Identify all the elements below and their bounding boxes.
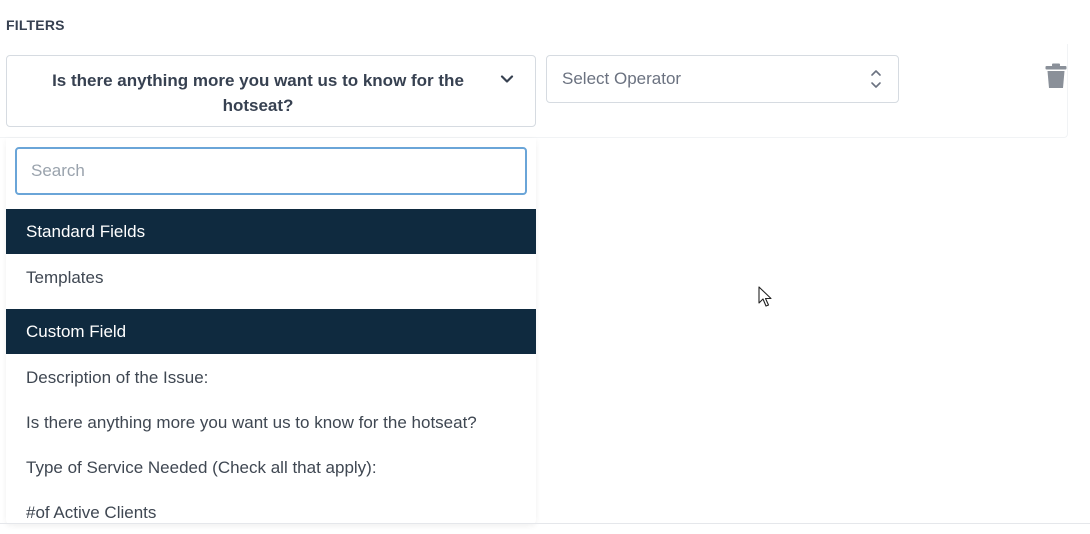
- chevron-down-icon[interactable]: [499, 71, 515, 87]
- field-select[interactable]: Is there anything more you want us to kn…: [6, 55, 536, 127]
- cursor-icon: [758, 286, 772, 307]
- option-templates[interactable]: Templates: [6, 255, 536, 300]
- bottom-divider: [0, 523, 1090, 524]
- group-header-standard-fields: Standard Fields: [6, 209, 536, 254]
- field-dropdown-menu: Standard Fields Templates Custom Field D…: [6, 138, 536, 524]
- updown-icon: [871, 70, 881, 88]
- field-select-value: Is there anything more you want us to kn…: [52, 71, 464, 115]
- option-hotseat-question[interactable]: Is there anything more you want us to kn…: [6, 400, 536, 445]
- option-description-of-issue[interactable]: Description of the Issue:: [6, 355, 536, 400]
- filters-heading: FILTERS: [6, 17, 65, 33]
- group-header-custom-field: Custom Field: [6, 309, 536, 354]
- search-input[interactable]: [15, 147, 527, 195]
- option-type-of-service[interactable]: Type of Service Needed (Check all that a…: [6, 445, 536, 490]
- option-active-clients[interactable]: #of Active Clients: [6, 490, 536, 524]
- operator-select[interactable]: Select Operator: [546, 55, 899, 103]
- operator-placeholder: Select Operator: [562, 69, 682, 88]
- trash-icon[interactable]: [1045, 63, 1067, 89]
